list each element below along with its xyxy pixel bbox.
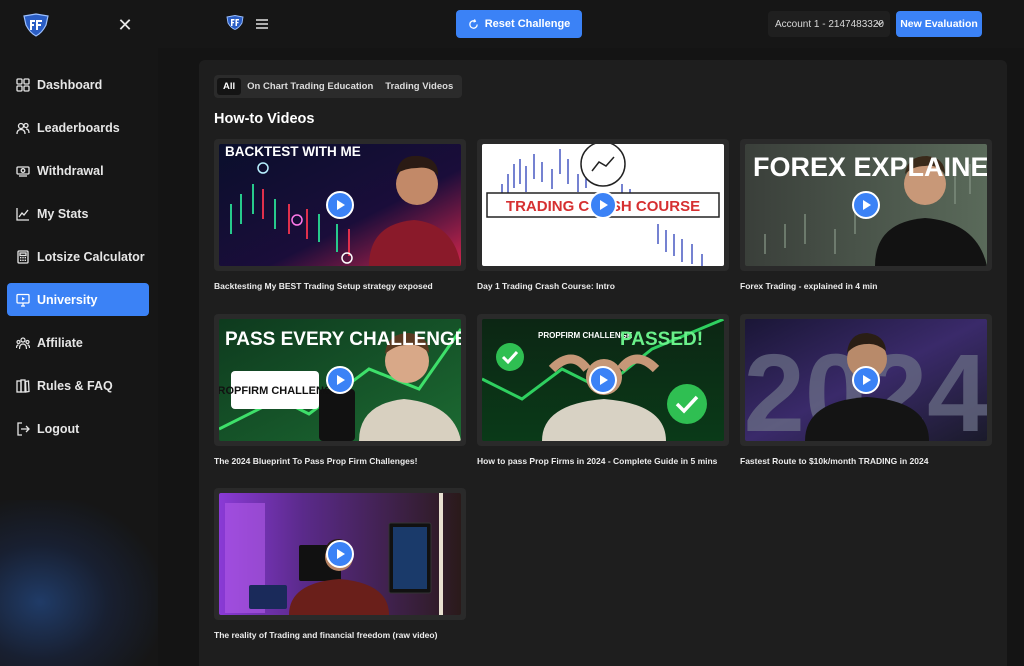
thumbnail-subtext: PROPFIRM CHALLENGE: [219, 385, 340, 397]
sidebar-item-affiliate[interactable]: Affiliate: [7, 326, 149, 359]
video-title[interactable]: The 2024 Blueprint To Pass Prop Firm Cha…: [214, 456, 466, 466]
sidebar-item-label: Rules & FAQ: [37, 378, 113, 393]
video-title[interactable]: Backtesting My BEST Trading Setup strate…: [214, 281, 466, 291]
university-panel: All On Chart Trading Education Trading V…: [199, 60, 1007, 666]
thumbnail-text: PASSED!: [620, 329, 703, 350]
chart-icon: [16, 207, 30, 221]
sidebar-item-leaderboards[interactable]: Leaderboards: [7, 111, 149, 144]
account-select-value: Account 1 - 2147483320: [775, 18, 884, 30]
brand-logo[interactable]: [22, 13, 50, 37]
video-card[interactable]: PASS EVERY CHALLENGE PROPFIRM CHALLENGE …: [214, 314, 466, 466]
video-thumbnail[interactable]: FOREX EXPLAINED: [740, 139, 992, 271]
sidebar-item-label: Lotsize Calculator: [37, 249, 145, 264]
new-evaluation-button[interactable]: New Evaluation: [896, 11, 982, 37]
video-thumbnail[interactable]: 2024: [740, 314, 992, 446]
money-icon: [16, 164, 30, 178]
thumbnail-text: PASS EVERY CHALLENGE: [225, 329, 461, 350]
sidebar-glow-decoration: [0, 500, 158, 666]
new-evaluation-label: New Evaluation: [900, 18, 978, 30]
tab-on-chart-trading-education[interactable]: On Chart Trading Education: [241, 78, 379, 95]
sidebar-item-lotsize-calculator[interactable]: Lotsize Calculator: [7, 240, 149, 273]
book-icon: [16, 378, 30, 393]
thumbnail-text: FOREX EXPLAINED: [753, 152, 987, 182]
sidebar-nav: Dashboard Leaderboards Withdrawal My Sta…: [7, 68, 149, 455]
video-card[interactable]: The reality of Trading and financial fre…: [214, 488, 466, 640]
sidebar-item-dashboard[interactable]: Dashboard: [7, 68, 149, 101]
sidebar: ✕ Dashboard Leaderboards Withdrawal My S…: [0, 0, 158, 666]
sidebar-item-label: My Stats: [37, 206, 89, 221]
video-title[interactable]: Forex Trading - explained in 4 min: [740, 281, 992, 291]
video-card[interactable]: FOREX EXPLAINED Forex Trading - explaine…: [740, 139, 992, 291]
sidebar-item-label: University: [37, 292, 98, 307]
users-icon: [16, 121, 30, 135]
tab-trading-videos[interactable]: Trading Videos: [379, 78, 459, 95]
video-title[interactable]: How to pass Prop Firms in 2024 - Complet…: [477, 456, 729, 466]
tab-all[interactable]: All: [217, 78, 242, 95]
close-sidebar-icon[interactable]: ✕: [117, 16, 133, 34]
play-icon[interactable]: [589, 191, 617, 219]
sidebar-item-university[interactable]: University: [7, 283, 149, 316]
thumbnail-subtext: PROPFIRM CHALLENGE: [538, 331, 633, 340]
chevron-down-icon: [876, 21, 883, 26]
reset-challenge-label: Reset Challenge: [484, 18, 571, 30]
play-icon[interactable]: [589, 366, 617, 394]
video-card[interactable]: 2024 Fastest Route to $10k/month TRADING…: [740, 314, 992, 466]
video-card[interactable]: PROPFIRM CHALLENGE PASSED! How to pass P…: [477, 314, 729, 466]
calculator-icon: [16, 249, 30, 264]
play-icon[interactable]: [326, 540, 354, 568]
logout-icon: [16, 421, 30, 436]
video-card[interactable]: TRADING CRASH COURSE Day 1 Trading Crash…: [477, 139, 729, 291]
play-icon[interactable]: [326, 191, 354, 219]
sidebar-item-label: Logout: [37, 421, 80, 436]
section-title: How-to Videos: [214, 111, 315, 127]
video-thumbnail[interactable]: PASS EVERY CHALLENGE PROPFIRM CHALLENGE: [214, 314, 466, 446]
top-bar: Reset Challenge Account 1 - 2147483320 N…: [158, 0, 1024, 48]
filter-tabs: All On Chart Trading Education Trading V…: [214, 75, 463, 98]
video-thumbnail[interactable]: [214, 488, 466, 620]
network-icon: [16, 336, 30, 350]
grid-icon: [16, 77, 30, 92]
thumbnail-text: BACKTEST WITH ME: [225, 144, 361, 159]
account-select[interactable]: Account 1 - 2147483320: [768, 11, 890, 37]
video-card[interactable]: BACKTEST WITH ME Backtesting My BEST Tra…: [214, 139, 466, 291]
monitor-icon: [16, 293, 30, 307]
play-icon[interactable]: [852, 366, 880, 394]
sidebar-item-label: Withdrawal: [37, 163, 104, 178]
sidebar-item-my-stats[interactable]: My Stats: [7, 197, 149, 230]
sidebar-item-label: Leaderboards: [37, 120, 120, 135]
reset-challenge-button[interactable]: Reset Challenge: [456, 10, 582, 38]
sidebar-item-withdrawal[interactable]: Withdrawal: [7, 154, 149, 187]
hamburger-menu-icon[interactable]: [256, 17, 268, 29]
video-thumbnail[interactable]: PROPFIRM CHALLENGE PASSED!: [477, 314, 729, 446]
sidebar-item-label: Affiliate: [37, 335, 83, 350]
play-icon[interactable]: [326, 366, 354, 394]
refresh-icon: [468, 18, 478, 29]
play-icon[interactable]: [852, 191, 880, 219]
video-thumbnail[interactable]: BACKTEST WITH ME: [214, 139, 466, 271]
brand-logo-small[interactable]: [226, 15, 244, 30]
video-title[interactable]: Day 1 Trading Crash Course: Intro: [477, 281, 729, 291]
video-title[interactable]: Fastest Route to $10k/month TRADING in 2…: [740, 456, 992, 466]
sidebar-item-logout[interactable]: Logout: [7, 412, 149, 445]
video-title[interactable]: The reality of Trading and financial fre…: [214, 630, 466, 640]
video-thumbnail[interactable]: TRADING CRASH COURSE: [477, 139, 729, 271]
sidebar-item-rules-faq[interactable]: Rules & FAQ: [7, 369, 149, 402]
sidebar-item-label: Dashboard: [37, 77, 103, 92]
